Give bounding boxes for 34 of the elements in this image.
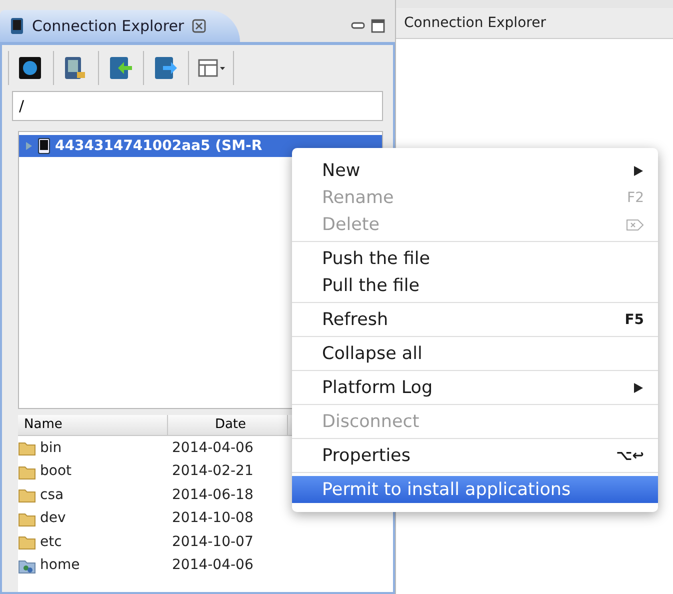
maximize-icon[interactable] xyxy=(371,19,385,33)
menu-item[interactable]: Platform Log xyxy=(292,374,658,401)
column-header[interactable]: Name xyxy=(18,415,168,435)
table-cell-text: 2014-06-18 xyxy=(171,486,254,503)
table-cell: bin xyxy=(18,439,168,456)
menu-item[interactable]: New xyxy=(292,157,658,184)
tree-item[interactable]: 4434314741002aa5 (SM-R xyxy=(19,135,382,157)
delete-key-icon xyxy=(626,218,644,230)
device-icon xyxy=(38,138,50,154)
table-cell: dev xyxy=(18,510,168,527)
view-tab[interactable]: Connection Explorer xyxy=(0,10,240,42)
device-icon xyxy=(10,17,24,35)
menu-item[interactable]: Push the file xyxy=(292,245,658,272)
table-cell-text: 2014-04-06 xyxy=(171,440,254,456)
menu-item[interactable]: Refresh F5 xyxy=(292,306,658,333)
table-cell-text: 2014-04-06 xyxy=(171,557,254,574)
tab-title: Connection Explorer xyxy=(32,17,184,35)
column-header[interactable]: Date xyxy=(168,415,288,435)
table-cell-text: 2014-10-07 xyxy=(171,534,254,550)
submenu-arrow-icon xyxy=(632,382,644,394)
menu-item[interactable]: Properties ⌥↩ xyxy=(292,442,658,469)
table-cell-text: 2014-02-21 xyxy=(171,463,254,480)
submenu-arrow-icon xyxy=(632,164,644,176)
table-cell-text: 2014-10-08 xyxy=(171,510,254,526)
menu-item[interactable]: Pull the file xyxy=(292,272,658,299)
path-field[interactable]: / xyxy=(12,91,383,121)
table-cell: boot xyxy=(18,462,168,480)
table-cell: home xyxy=(18,556,168,574)
view-title: Connection Explorer xyxy=(404,15,546,31)
close-icon[interactable] xyxy=(192,19,206,33)
table-cell: etc xyxy=(18,533,168,550)
menu-item[interactable]: Permit to install applications xyxy=(292,476,658,503)
menu-item[interactable]: Collapse all xyxy=(292,340,658,367)
table-cell: csa xyxy=(18,486,168,504)
